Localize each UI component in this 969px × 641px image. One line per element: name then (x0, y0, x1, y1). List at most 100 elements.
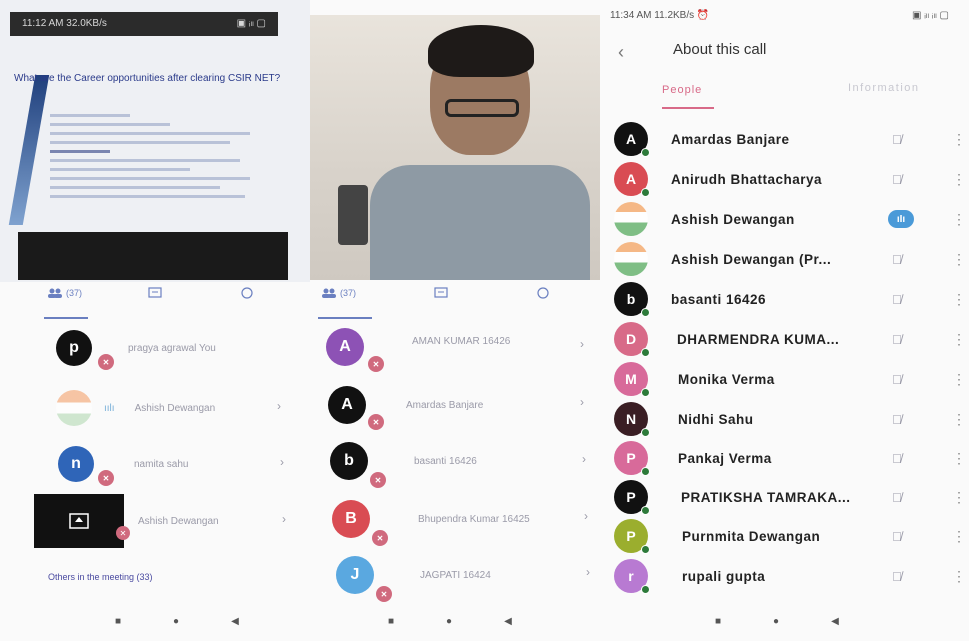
nav-bar: ■ ● ◀ (115, 616, 239, 627)
tab-people[interactable]: People (662, 84, 702, 96)
chevron-right-icon[interactable]: › (282, 512, 286, 526)
avatar: b (614, 282, 650, 317)
tab-activities[interactable] (240, 286, 254, 300)
back-nav-icon[interactable]: ◀ (504, 616, 512, 627)
participant-row[interactable]: B ✕ Bhupendra Kumar 16425 (332, 500, 530, 546)
others-in-meeting-label[interactable]: Others in the meeting (33) (48, 572, 153, 582)
more-options-icon[interactable]: ⋮ (952, 411, 966, 428)
participant-name: pragya agrawal You (128, 342, 216, 354)
tab-information[interactable]: Information (848, 82, 920, 94)
tab-chat[interactable] (148, 287, 162, 299)
avatar: J ✕ (336, 556, 392, 602)
more-options-icon[interactable]: ⋮ (952, 450, 966, 467)
status-icons: ▣ ᵢₗₗ ᵢₗₗ ▢ (911, 10, 949, 21)
avatar: P (614, 519, 650, 554)
participant-row[interactable]: n ✕ namita sahu (58, 446, 188, 486)
more-options-icon[interactable]: ⋮ (952, 489, 966, 506)
back-nav-icon[interactable]: ◀ (231, 616, 239, 627)
home-icon[interactable]: ● (173, 616, 179, 627)
people-count: (37) (66, 288, 83, 298)
mic-off-icon: 🎙̸ (892, 568, 902, 584)
tab-chat[interactable] (434, 287, 448, 299)
avatar: n ✕ (58, 446, 114, 486)
participant-row[interactable]: ıılı Ashish Dewangan (56, 390, 215, 426)
status-icons: ▣ ᵢₗₗ ▢ (236, 18, 266, 29)
participant-name: Amardas Banjare (406, 399, 484, 411)
doc-text-lines (50, 108, 260, 204)
more-options-icon[interactable]: ⋮ (952, 291, 966, 308)
activities-icon (241, 287, 253, 299)
mic-off-icon: 🎙̸ (892, 331, 902, 347)
avatar: b ✕ (330, 442, 386, 488)
participant-row[interactable]: D DHARMENDRA KUMA... 🎙̸ ⋮ (614, 319, 969, 359)
chevron-right-icon[interactable]: › (280, 455, 284, 469)
participant-name: basanti 16426 (671, 291, 767, 307)
mic-off-icon: ✕ (368, 414, 384, 430)
participant-name: Ashish Dewangan (138, 515, 219, 527)
participant-row[interactable]: b ✕ basanti 16426 (330, 442, 477, 488)
online-indicator (641, 308, 650, 317)
tab-underline (44, 317, 88, 319)
wall-object (338, 185, 368, 245)
participant-row[interactable]: A ✕ AMAN KUMAR 16426 (326, 328, 510, 372)
tab-activities[interactable] (536, 286, 550, 300)
tab-people[interactable]: (37) (322, 288, 356, 298)
recents-icon[interactable]: ■ (388, 616, 394, 627)
back-nav-icon[interactable]: ◀ (831, 616, 839, 627)
chevron-right-icon[interactable]: › (586, 565, 590, 579)
online-indicator (641, 388, 650, 397)
participant-row[interactable]: b basanti 16426 🎙̸ ⋮ (614, 279, 969, 319)
chevron-right-icon[interactable]: › (582, 452, 586, 466)
more-options-icon[interactable]: ⋮ (952, 211, 966, 228)
participant-row[interactable]: A Anirudh Bhattacharya 🎙̸ ⋮ (614, 159, 969, 199)
tab-underline (318, 317, 372, 319)
participant-row[interactable]: M Monika Verma 🎙̸ ⋮ (614, 359, 969, 399)
participant-row[interactable]: J ✕ JAGPATI 16424 (336, 556, 491, 602)
more-options-icon[interactable]: ⋮ (952, 251, 966, 268)
participant-name: Ashish Dewangan (Pr... (671, 251, 832, 267)
participant-row[interactable]: p ✕ pragya agrawal You (56, 330, 216, 370)
tab-people[interactable]: (37) (48, 288, 82, 298)
about-call-panel: 11:34 AM 11.2KB/s ⏰ ▣ ᵢₗₗ ᵢₗₗ ▢ ‹ About … (600, 0, 969, 641)
mic-off-icon: 🎙̸ (892, 371, 902, 387)
participant-row[interactable]: A Amardas Banjare 🎙̸ ⋮ (614, 119, 969, 159)
status-time: 11:12 AM 32.0KB/s (22, 18, 107, 29)
participant-row[interactable]: ✕ Ashish Dewangan (34, 494, 219, 548)
participant-row[interactable]: N Nidhi Sahu 🎙̸ ⋮ (614, 399, 969, 439)
activities-icon (537, 287, 549, 299)
participant-row[interactable]: r rupali gupta 🎙̸ ⋮ (614, 556, 969, 596)
more-options-icon[interactable]: ⋮ (952, 371, 966, 388)
online-indicator (641, 467, 650, 476)
more-options-icon[interactable]: ⋮ (952, 131, 966, 148)
home-icon[interactable]: ● (446, 616, 452, 627)
speaking-icon: ıılı (104, 402, 115, 414)
nav-bar: ■ ● ◀ (388, 616, 512, 627)
page-title: About this call (673, 41, 767, 58)
participant-row[interactable]: P PRATIKSHA TAMRAKA... 🎙̸ ⋮ (614, 477, 969, 517)
more-options-icon[interactable]: ⋮ (952, 528, 966, 545)
participant-row[interactable]: A ✕ Amardas Banjare (328, 386, 484, 430)
avatar: p ✕ (56, 330, 114, 370)
person-hair (428, 25, 534, 77)
participant-name: Pankaj Verma (678, 450, 772, 466)
mic-off-icon: 🎙̸ (892, 411, 902, 427)
participant-row[interactable]: Ashish Dewangan ıIı ⋮ (614, 199, 969, 239)
chevron-right-icon[interactable]: › (277, 399, 281, 413)
back-arrow-icon[interactable]: ‹ (618, 42, 624, 63)
participant-row[interactable]: P Purnmita Dewangan 🎙̸ ⋮ (614, 516, 969, 556)
avatar: A (614, 122, 650, 157)
participant-row[interactable]: Ashish Dewangan (Pr... 🎙̸ ⋮ (614, 239, 969, 279)
home-icon[interactable]: ● (773, 616, 779, 627)
chevron-right-icon[interactable]: › (580, 395, 584, 409)
participant-row[interactable]: P Pankaj Verma 🎙̸ ⋮ (614, 438, 969, 478)
more-options-icon[interactable]: ⋮ (952, 331, 966, 348)
avatar: P (614, 441, 650, 476)
chevron-right-icon[interactable]: › (584, 509, 588, 523)
participant-name: rupali gupta (682, 568, 766, 584)
more-options-icon[interactable]: ⋮ (952, 171, 966, 188)
recents-icon[interactable]: ■ (115, 616, 121, 627)
more-options-icon[interactable]: ⋮ (952, 568, 966, 585)
recents-icon[interactable]: ■ (715, 616, 721, 627)
chevron-right-icon[interactable]: › (580, 337, 584, 351)
online-indicator (641, 585, 650, 594)
